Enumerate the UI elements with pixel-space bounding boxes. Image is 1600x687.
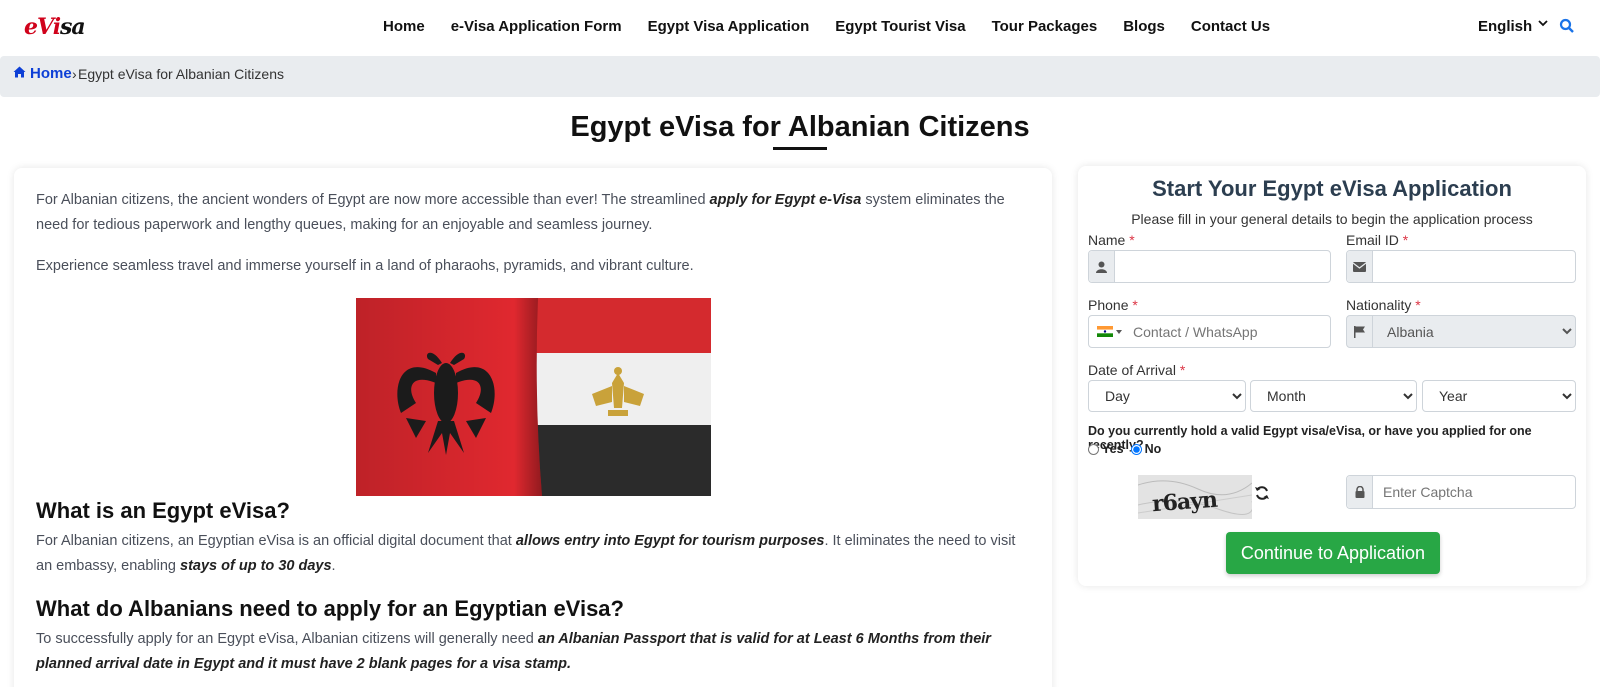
home-icon bbox=[13, 65, 26, 82]
what-is-paragraph: For Albanian citizens, an Egyptian eVisa… bbox=[36, 529, 1031, 579]
chevron-down-icon[interactable] bbox=[1538, 16, 1548, 31]
breadcrumb: Home › Egypt eVisa for Albanian Citizens bbox=[0, 56, 1600, 97]
radio-yes-label: Yes bbox=[1102, 442, 1124, 456]
radio-no[interactable] bbox=[1130, 443, 1142, 455]
main-nav: Home e-Visa Application Form Egypt Visa … bbox=[383, 18, 1296, 35]
what-text-3: . bbox=[331, 558, 336, 574]
phone-label-text: Phone bbox=[1088, 297, 1129, 313]
phone-input-group bbox=[1088, 315, 1331, 348]
form-title: Start Your Egypt eVisa Application bbox=[1152, 176, 1512, 201]
arrival-label: Date of Arrival * bbox=[1088, 362, 1185, 378]
arrival-month-select[interactable]: Month bbox=[1250, 380, 1417, 412]
nationality-label: Nationality * bbox=[1346, 297, 1421, 313]
page-title: Egypt eVisa for Albanian Citizens bbox=[570, 111, 1030, 143]
intro-paragraph-2: Experience seamless travel and immerse y… bbox=[36, 258, 694, 274]
breadcrumb-home[interactable]: Home bbox=[13, 65, 72, 82]
nav-blogs[interactable]: Blogs bbox=[1123, 18, 1165, 35]
name-label-text: Name bbox=[1088, 232, 1126, 248]
country-code-selector[interactable] bbox=[1089, 316, 1129, 347]
site-logo[interactable]: eVisa bbox=[24, 14, 86, 40]
form-subtitle: Please fill in your general details to b… bbox=[1131, 211, 1533, 227]
nav-evisa-application-form[interactable]: e-Visa Application Form bbox=[451, 18, 622, 35]
need-text-1: To successfully apply for an Egypt eVisa… bbox=[36, 631, 538, 647]
email-label: Email ID * bbox=[1346, 232, 1408, 248]
intro-bold: apply for Egypt e-Visa bbox=[709, 192, 862, 208]
nav-tour-packages[interactable]: Tour Packages bbox=[992, 18, 1098, 35]
what-bold-1: allows entry into Egypt for tourism purp… bbox=[515, 533, 825, 549]
captcha-input[interactable] bbox=[1373, 476, 1575, 508]
nav-contact-us[interactable]: Contact Us bbox=[1191, 18, 1270, 35]
captcha-text: r6ayn bbox=[1151, 486, 1218, 518]
required-mark: * bbox=[1179, 362, 1186, 378]
what-text-1: For Albanian citizens, an Egyptian eVisa… bbox=[36, 533, 516, 549]
required-mark: * bbox=[1132, 297, 1138, 313]
logo-part-3: sa bbox=[60, 14, 86, 40]
albania-egypt-flags-image bbox=[356, 298, 711, 496]
arrival-day-select[interactable]: Day bbox=[1088, 380, 1246, 412]
breadcrumb-separator: › bbox=[72, 66, 77, 82]
existing-visa-question: Do you currently hold a valid Egypt visa… bbox=[1088, 424, 1532, 452]
phone-input[interactable] bbox=[1129, 316, 1330, 347]
nationality-input-group: Albania bbox=[1346, 315, 1576, 348]
heading-requirements: What do Albanians need to apply for an E… bbox=[36, 596, 624, 621]
phone-label: Phone * bbox=[1088, 297, 1138, 313]
name-label: Name * bbox=[1088, 232, 1135, 248]
heading-what-is-evisa: What is an Egypt eVisa? bbox=[36, 498, 290, 523]
continue-to-application-button[interactable]: Continue to Application bbox=[1226, 532, 1440, 574]
email-input[interactable] bbox=[1373, 251, 1575, 282]
content-card: For Albanian citizens, the ancient wonde… bbox=[14, 168, 1052, 687]
required-mark: * bbox=[1129, 232, 1135, 248]
intro-text-1: For Albanian citizens, the ancient wonde… bbox=[36, 192, 710, 208]
nav-egypt-visa-application[interactable]: Egypt Visa Application bbox=[648, 18, 810, 35]
india-flag-icon bbox=[1096, 326, 1113, 337]
name-input-group bbox=[1088, 250, 1331, 283]
name-input[interactable] bbox=[1115, 251, 1330, 282]
application-form-card: Start Your Egypt eVisa Application Pleas… bbox=[1078, 166, 1586, 586]
flag-icon bbox=[1347, 316, 1373, 347]
captcha-image: r6ayn bbox=[1138, 475, 1252, 519]
requirements-paragraph: To successfully apply for an Egypt eVisa… bbox=[36, 627, 1031, 677]
nav-egypt-tourist-visa[interactable]: Egypt Tourist Visa bbox=[835, 18, 965, 35]
required-mark: * bbox=[1415, 297, 1421, 313]
arrival-year-select[interactable]: Year bbox=[1422, 380, 1576, 412]
radio-no-label: No bbox=[1144, 442, 1162, 456]
nationality-select[interactable]: Albania bbox=[1373, 316, 1575, 347]
breadcrumb-home-label: Home bbox=[30, 65, 72, 82]
nationality-label-text: Nationality bbox=[1346, 297, 1412, 313]
captcha-input-group bbox=[1346, 475, 1576, 509]
lock-icon bbox=[1347, 476, 1373, 508]
logo-part-1: eV bbox=[24, 14, 54, 40]
refresh-captcha-icon[interactable] bbox=[1254, 485, 1270, 501]
search-icon[interactable] bbox=[1559, 18, 1575, 34]
title-underline bbox=[773, 147, 827, 150]
what-bold-2: stays of up to 30 days bbox=[180, 558, 332, 574]
nav-home[interactable]: Home bbox=[383, 18, 425, 35]
site-header: eVisa Home e-Visa Application Form Egypt… bbox=[0, 0, 1600, 56]
breadcrumb-current: Egypt eVisa for Albanian Citizens bbox=[78, 66, 284, 82]
arrival-label-text: Date of Arrival bbox=[1088, 362, 1176, 378]
user-icon bbox=[1089, 251, 1115, 282]
language-selector[interactable]: English bbox=[1478, 18, 1532, 35]
required-mark: * bbox=[1402, 232, 1409, 248]
logo-part-2: i bbox=[52, 14, 61, 40]
caret-down-icon bbox=[1115, 329, 1122, 334]
email-label-text: Email ID bbox=[1346, 232, 1399, 248]
intro-paragraph: For Albanian citizens, the ancient wonde… bbox=[36, 188, 1031, 238]
existing-visa-radio-group: Yes No bbox=[1088, 442, 1161, 456]
radio-yes[interactable] bbox=[1088, 443, 1099, 455]
email-input-group bbox=[1346, 250, 1576, 283]
envelope-icon bbox=[1347, 251, 1373, 282]
